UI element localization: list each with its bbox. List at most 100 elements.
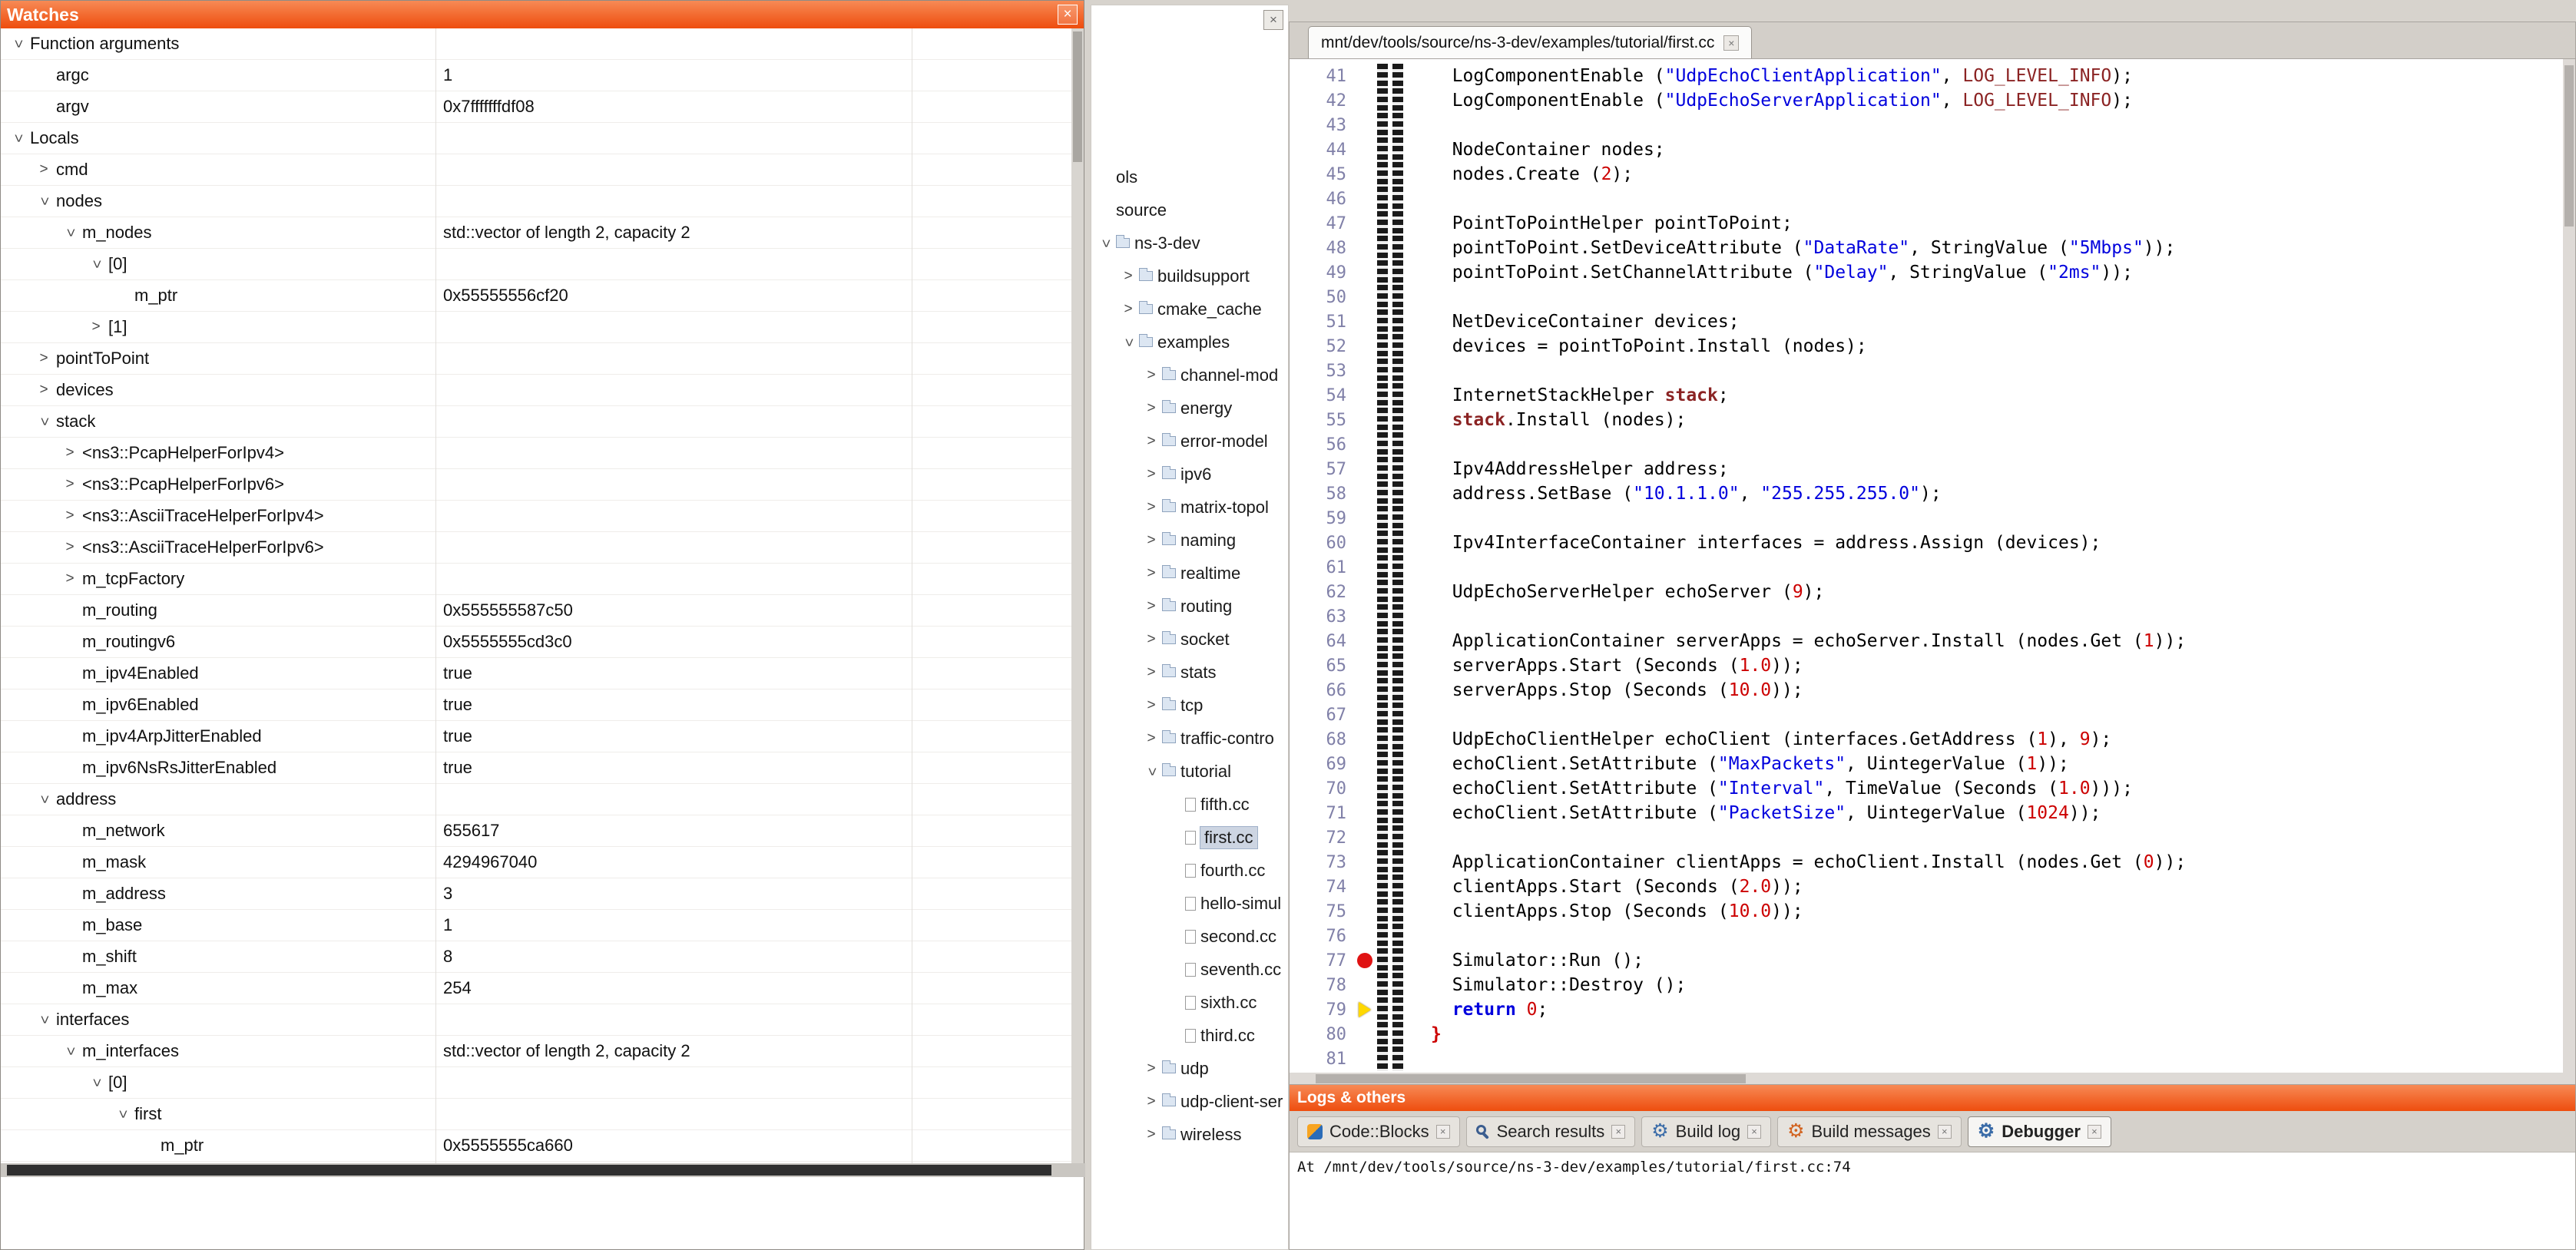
marker-margin[interactable]	[1354, 948, 1377, 973]
line-number[interactable]: 68	[1290, 730, 1354, 749]
collapse-arrow-icon[interactable]: >	[61, 223, 78, 243]
expand-arrow-icon[interactable]: >	[59, 508, 81, 524]
expand-arrow-icon[interactable]: >	[1141, 565, 1162, 582]
code-text[interactable]: return 0;	[1403, 1000, 1548, 1020]
collapse-arrow-icon[interactable]: >	[88, 1073, 104, 1093]
line-number[interactable]: 47	[1290, 214, 1354, 233]
expand-arrow-icon[interactable]: >	[1141, 730, 1162, 747]
marker-margin[interactable]	[1354, 899, 1377, 924]
tree-item-ns-3-dev[interactable]: >ns-3-dev	[1091, 227, 1288, 260]
collapse-arrow-icon[interactable]: >	[61, 1041, 78, 1061]
tree-item-ipv6[interactable]: >ipv6	[1091, 458, 1288, 491]
close-icon[interactable]: ×	[1611, 1125, 1625, 1139]
watches-titlebar[interactable]: Watches ×	[1, 1, 1084, 28]
close-icon[interactable]: ×	[1938, 1125, 1952, 1139]
marker-margin[interactable]	[1354, 260, 1377, 285]
tree-item-seventh-cc[interactable]: seventh.cc	[1091, 953, 1288, 986]
code-text[interactable]: clientApps.Start (Seconds (2.0));	[1403, 877, 1803, 897]
tree-item-matrix-topol[interactable]: >matrix-topol	[1091, 491, 1288, 524]
tree-item-traffic-contro[interactable]: >traffic-contro	[1091, 722, 1288, 755]
close-icon[interactable]: ×	[1058, 5, 1078, 25]
code-text[interactable]: PointToPointHelper pointToPoint;	[1403, 213, 1793, 233]
expand-arrow-icon[interactable]: >	[59, 445, 81, 461]
line-number[interactable]: 42	[1290, 91, 1354, 111]
expand-arrow-icon[interactable]: >	[1141, 1060, 1162, 1077]
expand-arrow-icon[interactable]: >	[1141, 532, 1162, 549]
line-number[interactable]: 75	[1290, 902, 1354, 921]
tree-item-wireless[interactable]: >wireless	[1091, 1118, 1288, 1151]
close-icon[interactable]: ×	[1436, 1125, 1450, 1139]
expand-arrow-icon[interactable]: >	[59, 476, 81, 493]
watches-vertical-scrollbar[interactable]	[1071, 28, 1084, 1163]
watches-horizontal-scrollbar[interactable]	[1, 1163, 1085, 1177]
expand-arrow-icon[interactable]: >	[1141, 466, 1162, 483]
marker-margin[interactable]	[1354, 432, 1377, 457]
expand-arrow-icon[interactable]: >	[33, 161, 55, 178]
marker-margin[interactable]	[1354, 703, 1377, 727]
marker-margin[interactable]	[1354, 359, 1377, 383]
marker-margin[interactable]	[1354, 408, 1377, 432]
line-number[interactable]: 72	[1290, 828, 1354, 848]
line-number[interactable]: 71	[1290, 804, 1354, 823]
line-number[interactable]: 64	[1290, 632, 1354, 651]
marker-margin[interactable]	[1354, 285, 1377, 309]
code-text[interactable]: UdpEchoClientHelper echoClient (interfac…	[1403, 729, 2111, 749]
expand-arrow-icon[interactable]: >	[1141, 664, 1162, 681]
tree-item-tcp[interactable]: >tcp	[1091, 689, 1288, 722]
marker-margin[interactable]	[1354, 875, 1377, 899]
line-number[interactable]: 62	[1290, 583, 1354, 602]
tree-item-third-cc[interactable]: third.cc	[1091, 1019, 1288, 1052]
marker-margin[interactable]	[1354, 776, 1377, 801]
line-number[interactable]: 52	[1290, 337, 1354, 356]
code-text[interactable]: InternetStackHelper stack;	[1403, 385, 1729, 405]
marker-margin[interactable]	[1354, 555, 1377, 580]
marker-margin[interactable]	[1354, 924, 1377, 948]
line-number[interactable]: 61	[1290, 558, 1354, 577]
line-number[interactable]: 60	[1290, 534, 1354, 553]
line-number[interactable]: 49	[1290, 263, 1354, 283]
line-number[interactable]: 46	[1290, 190, 1354, 209]
expand-arrow-icon[interactable]: >	[33, 382, 55, 398]
marker-margin[interactable]	[1354, 506, 1377, 531]
code-text[interactable]: Ipv4InterfaceContainer interfaces = addr…	[1403, 533, 2101, 553]
line-number[interactable]: 74	[1290, 878, 1354, 897]
line-number[interactable]: 53	[1290, 362, 1354, 381]
marker-margin[interactable]	[1354, 88, 1377, 113]
code-text[interactable]: address.SetBase ("10.1.1.0", "255.255.25…	[1403, 484, 1942, 504]
tree-item-buildsupport[interactable]: >buildsupport	[1091, 260, 1288, 293]
code-text[interactable]: Simulator::Run ();	[1403, 951, 1644, 971]
tree-item-udp[interactable]: >udp	[1091, 1052, 1288, 1085]
expand-arrow-icon[interactable]: >	[1141, 1093, 1162, 1110]
tree-item-realtime[interactable]: >realtime	[1091, 557, 1288, 590]
expand-arrow-icon[interactable]: >	[1117, 268, 1139, 285]
marker-margin[interactable]	[1354, 1022, 1377, 1047]
line-number[interactable]: 80	[1290, 1025, 1354, 1044]
line-number[interactable]: 41	[1290, 67, 1354, 86]
tree-item-channel-mod[interactable]: >channel-mod	[1091, 359, 1288, 392]
close-icon[interactable]: ×	[1747, 1125, 1761, 1139]
marker-margin[interactable]	[1354, 580, 1377, 604]
marker-margin[interactable]	[1354, 211, 1377, 236]
scrollbar-thumb[interactable]	[1073, 31, 1082, 162]
tree-item-source[interactable]: source	[1091, 193, 1288, 227]
tree-item-ols[interactable]: ols	[1091, 160, 1288, 193]
expand-arrow-icon[interactable]: >	[1141, 433, 1162, 450]
marker-margin[interactable]	[1354, 531, 1377, 555]
marker-margin[interactable]	[1354, 850, 1377, 875]
marker-margin[interactable]	[1354, 825, 1377, 850]
marker-margin[interactable]	[1354, 113, 1377, 137]
marker-margin[interactable]	[1354, 801, 1377, 825]
collapse-arrow-icon[interactable]: >	[35, 789, 52, 809]
line-number[interactable]: 67	[1290, 706, 1354, 725]
marker-margin[interactable]	[1354, 997, 1377, 1022]
collapse-arrow-icon[interactable]: >	[9, 34, 26, 54]
scrollbar-thumb[interactable]	[2564, 65, 2574, 227]
marker-margin[interactable]	[1354, 64, 1377, 88]
expand-arrow-icon[interactable]: >	[1117, 301, 1139, 318]
line-number[interactable]: 55	[1290, 411, 1354, 430]
marker-margin[interactable]	[1354, 653, 1377, 678]
line-number[interactable]: 78	[1290, 976, 1354, 995]
log-tab-debugger[interactable]: ⚙Debugger×	[1968, 1116, 2111, 1147]
code-text[interactable]: UdpEchoServerHelper echoServer (9);	[1403, 582, 1824, 602]
collapse-arrow-icon[interactable]: >	[114, 1104, 131, 1124]
